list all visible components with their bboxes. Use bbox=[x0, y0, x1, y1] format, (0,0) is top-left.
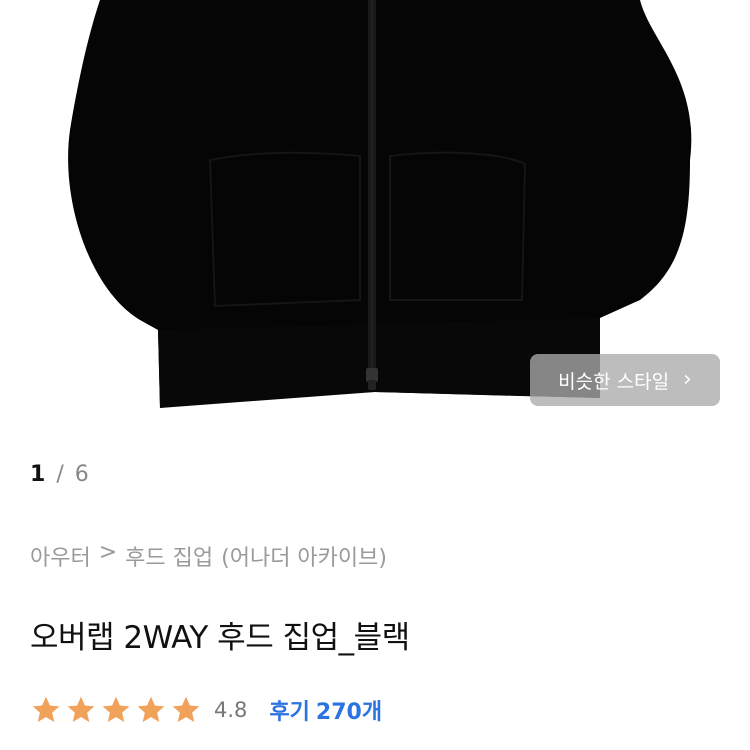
breadcrumb-subcategory[interactable]: 후드 집업 bbox=[125, 540, 213, 572]
star-icon bbox=[67, 696, 95, 722]
breadcrumb-separator: > bbox=[98, 540, 118, 565]
image-pager: 1 / 6 bbox=[30, 462, 89, 487]
breadcrumb-category[interactable]: 아우터 bbox=[30, 540, 91, 572]
reviews-label: 후기 bbox=[269, 700, 310, 725]
similar-style-button[interactable]: 비슷한 스타일 › bbox=[530, 354, 720, 406]
breadcrumb-brand[interactable]: (어나더 아카이브) bbox=[221, 540, 387, 572]
chevron-right-icon: › bbox=[683, 367, 692, 392]
pager-current: 1 bbox=[30, 462, 46, 487]
rating-row: 4.8 후기 270개 bbox=[30, 694, 382, 726]
rating-value: 4.8 bbox=[214, 698, 248, 722]
star-icon bbox=[172, 696, 200, 722]
product-title: 오버랩 2WAY 후드 집업_블랙 bbox=[30, 620, 410, 656]
reviews-link[interactable]: 후기 270개 bbox=[269, 694, 382, 726]
reviews-count: 270개 bbox=[315, 700, 383, 725]
star-icon bbox=[102, 696, 130, 722]
pager-total: 6 bbox=[74, 462, 89, 487]
star-icon bbox=[32, 696, 60, 722]
pager-separator: / bbox=[56, 462, 64, 487]
similar-style-label: 비슷한 스타일 bbox=[558, 370, 670, 393]
product-image-carousel[interactable]: 비슷한 스타일 › bbox=[0, 0, 750, 430]
star-rating bbox=[30, 694, 202, 726]
breadcrumb: 아우터 > 후드 집업 (어나더 아카이브) bbox=[30, 540, 387, 572]
star-icon bbox=[137, 696, 165, 722]
